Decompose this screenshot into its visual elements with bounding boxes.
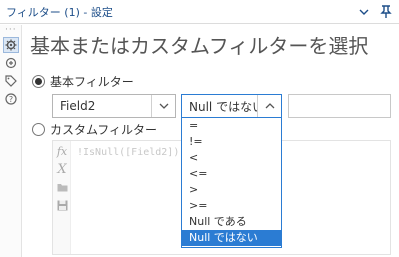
operator-option[interactable]: < — [182, 150, 281, 166]
side-rail: ··· ? — [0, 25, 22, 257]
chevron-down-icon[interactable] — [355, 3, 373, 21]
basic-filter-option[interactable]: 基本フィルター — [32, 73, 134, 90]
operator-option-selected[interactable]: Null ではない — [182, 230, 281, 246]
chevron-up-icon[interactable] — [257, 95, 281, 117]
basic-filter-radio[interactable] — [32, 75, 45, 88]
tag-icon[interactable] — [3, 73, 19, 89]
window-title: フィルター (1) - 設定 — [6, 5, 113, 19]
custom-filter-option[interactable]: カスタムフィルター — [32, 121, 157, 138]
operator-option[interactable]: != — [182, 134, 281, 150]
field-select-value: Field2 — [60, 99, 96, 113]
operator-option[interactable]: Null である — [182, 214, 281, 230]
title-bar: フィルター (1) - 設定 — [0, 0, 399, 24]
gear-icon[interactable] — [3, 37, 19, 53]
operator-option[interactable]: <= — [182, 166, 281, 182]
save-icon[interactable] — [55, 198, 69, 212]
basic-filter-label: 基本フィルター — [50, 75, 134, 89]
page-title: 基本またはカスタムフィルターを選択 — [30, 34, 369, 58]
operator-option[interactable]: >= — [182, 198, 281, 214]
pin-icon[interactable] — [377, 3, 395, 21]
operator-dropdown-list[interactable]: = != < <= > >= Null である Null ではない — [181, 117, 282, 248]
variable-icon[interactable]: X — [55, 162, 69, 177]
chevron-down-icon[interactable] — [151, 95, 175, 117]
value-input[interactable] — [288, 94, 391, 118]
editor-toolbar: fx X — [53, 141, 71, 254]
operator-option[interactable]: > — [182, 182, 281, 198]
operator-select[interactable]: Null ではない — [181, 94, 282, 118]
operator-select-value: Null ではない — [189, 99, 257, 114]
expression-text: !IsNull([Field2]) — [77, 147, 180, 158]
help-icon[interactable]: ? — [3, 91, 19, 107]
custom-filter-radio[interactable] — [32, 123, 45, 136]
folder-icon[interactable] — [55, 180, 69, 194]
svg-text:?: ? — [9, 95, 13, 104]
rail-dots: ··· — [5, 25, 17, 35]
custom-filter-label: カスタムフィルター — [50, 123, 158, 137]
operator-option[interactable]: = — [182, 118, 281, 134]
fx-icon[interactable]: fx — [55, 144, 69, 158]
field-select[interactable]: Field2 — [52, 94, 176, 118]
connection-icon[interactable] — [3, 55, 19, 71]
